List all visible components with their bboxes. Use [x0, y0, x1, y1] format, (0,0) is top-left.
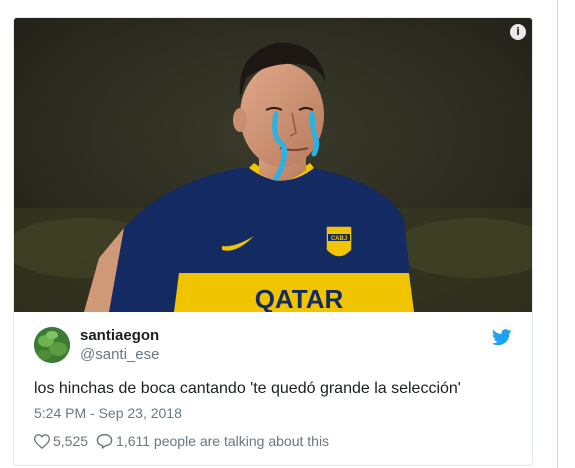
heart-icon	[34, 433, 50, 449]
jersey-sponsor-text: QATAR	[255, 284, 344, 312]
tweet-card[interactable]: CABJ QATAR i santiaegon @santi_ese los h…	[13, 17, 533, 466]
tweet-text: los hinchas de boca cantando 'te quedó g…	[34, 380, 461, 397]
tweet-header: santiaegon @santi_ese	[34, 327, 514, 367]
tweet-media-image[interactable]: CABJ QATAR i	[14, 18, 532, 312]
player-photo: CABJ QATAR	[14, 18, 532, 312]
display-name[interactable]: santiaegon	[80, 327, 159, 344]
page-edge-line	[557, 0, 558, 468]
like-action[interactable]: 5,525	[34, 433, 88, 449]
avatar[interactable]	[34, 327, 70, 363]
reply-action[interactable]: 1,611 people are talking about this	[96, 433, 329, 449]
talking-count: 1,611 people are talking about this	[116, 433, 330, 449]
twitter-bird-icon[interactable]	[492, 329, 512, 346]
tweet-actions: 5,525 1,611 people are talking about thi…	[34, 433, 337, 449]
info-icon[interactable]: i	[510, 24, 526, 40]
user-handle[interactable]: @santi_ese	[80, 346, 159, 363]
like-count: 5,525	[53, 433, 89, 449]
reply-bubble-icon	[96, 433, 113, 449]
crest-text: CABJ	[331, 236, 347, 242]
tweet-timestamp[interactable]: 5:24 PM - Sep 23, 2018	[34, 405, 182, 421]
